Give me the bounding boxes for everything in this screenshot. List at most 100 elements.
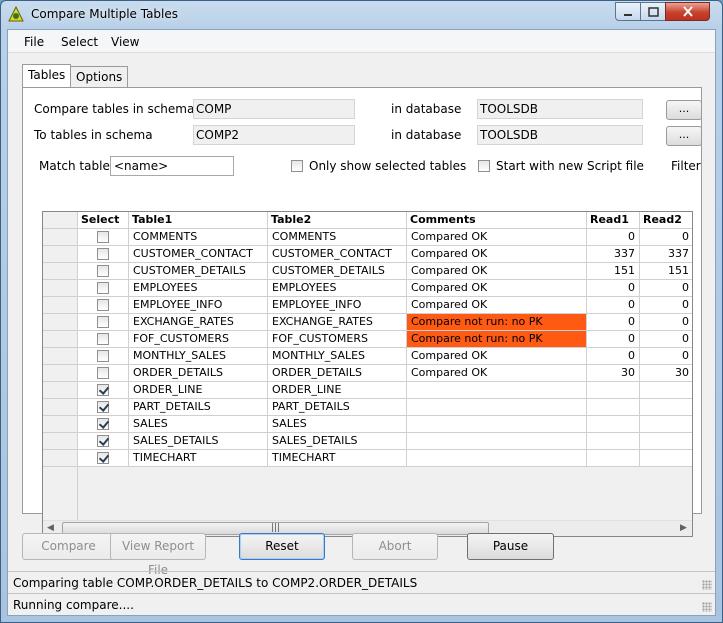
row-select-checkbox[interactable]	[97, 282, 109, 294]
row-select-checkbox[interactable]	[97, 316, 109, 328]
row-select-checkbox[interactable]	[97, 350, 109, 362]
row-read1: 0	[587, 314, 640, 331]
header-table1[interactable]: Table1	[129, 212, 268, 229]
row-select-checkbox[interactable]	[97, 418, 109, 430]
window-title: Compare Multiple Tables	[31, 7, 179, 21]
header-rowhead	[43, 212, 78, 229]
row-select-checkbox[interactable]	[97, 248, 109, 260]
to-database-field[interactable]: TOOLSDB	[477, 125, 643, 145]
scroll-left-icon[interactable]: ◀	[47, 523, 54, 533]
row-select-cell[interactable]	[78, 433, 129, 450]
row-select-cell[interactable]	[78, 399, 129, 416]
row-select-cell[interactable]	[78, 331, 129, 348]
row-header	[43, 246, 78, 263]
to-schema-field[interactable]: COMP2	[193, 125, 355, 145]
tables-grid[interactable]: Select Table1 Table2 Comments Read1 Read…	[42, 211, 693, 537]
row-read1: 0	[587, 229, 640, 246]
status-line-1: Comparing table COMP.ORDER_DETAILS to CO…	[8, 571, 715, 593]
row-read2: 0	[640, 348, 692, 365]
row-read1	[587, 416, 640, 433]
abort-button[interactable]: Abort	[352, 533, 438, 560]
row-select-checkbox[interactable]	[97, 299, 109, 311]
compare-database-field[interactable]: TOOLSDB	[477, 99, 643, 119]
resize-grip-icon[interactable]	[702, 602, 712, 612]
compare-schema-field[interactable]: COMP	[193, 99, 355, 119]
title-bar[interactable]: Compare Multiple Tables	[1, 1, 722, 29]
match-tables-input[interactable]: <name>	[110, 156, 234, 176]
row-read2: 30	[640, 365, 692, 382]
header-read2[interactable]: Read2	[640, 212, 692, 229]
row-table1: TIMECHART	[129, 450, 268, 467]
row-select-cell[interactable]	[78, 450, 129, 467]
row-read1: 30	[587, 365, 640, 382]
row-select-checkbox[interactable]	[97, 435, 109, 447]
reset-button[interactable]: Reset	[239, 533, 325, 560]
row-comment: Compared OK	[407, 365, 587, 382]
only-selected-checkbox[interactable]	[291, 160, 303, 172]
tab-tables[interactable]: Tables	[22, 64, 72, 87]
resize-grip-icon[interactable]	[702, 580, 712, 590]
row-header	[43, 365, 78, 382]
row-select-checkbox[interactable]	[97, 333, 109, 345]
row-table1: ORDER_DETAILS	[129, 365, 268, 382]
row-read2	[640, 382, 692, 399]
scroll-right-icon[interactable]: ▶	[680, 523, 687, 533]
row-comment: Compared OK	[407, 348, 587, 365]
start-script-checkbox[interactable]	[478, 160, 490, 172]
row-comment: Compared OK	[407, 246, 587, 263]
menu-file[interactable]: File	[24, 35, 44, 49]
row-select-cell[interactable]	[78, 365, 129, 382]
row-select-checkbox[interactable]	[97, 231, 109, 243]
row-select-checkbox[interactable]	[97, 401, 109, 413]
row-table2: TIMECHART	[268, 450, 407, 467]
row-read1: 337	[587, 246, 640, 263]
row-read2	[640, 416, 692, 433]
row-comment: Compared OK	[407, 297, 587, 314]
row-header	[43, 297, 78, 314]
filter-label: Filter	[671, 159, 701, 173]
row-select-cell[interactable]	[78, 263, 129, 280]
compare-button[interactable]: Compare	[22, 533, 115, 560]
header-read1[interactable]: Read1	[587, 212, 640, 229]
row-read1: 151	[587, 263, 640, 280]
row-table2: PART_DETAILS	[268, 399, 407, 416]
row-header	[43, 382, 78, 399]
row-select-cell[interactable]	[78, 382, 129, 399]
menu-bar: File Select View	[8, 30, 715, 53]
row-select-checkbox[interactable]	[97, 452, 109, 464]
row-select-cell[interactable]	[78, 229, 129, 246]
row-read1: 0	[587, 297, 640, 314]
menu-select[interactable]: Select	[61, 35, 98, 49]
header-table2[interactable]: Table2	[268, 212, 407, 229]
browse-to-button[interactable]: ...	[666, 126, 702, 146]
row-select-cell[interactable]	[78, 246, 129, 263]
row-table2: FOF_CUSTOMERS	[268, 331, 407, 348]
row-select-cell[interactable]	[78, 348, 129, 365]
start-script-option[interactable]: Start with new Script file	[478, 159, 644, 173]
view-report-button[interactable]: View Report File	[110, 533, 206, 577]
row-select-checkbox[interactable]	[97, 384, 109, 396]
maximize-button[interactable]	[640, 2, 666, 21]
close-button[interactable]	[665, 2, 710, 21]
row-select-cell[interactable]	[78, 314, 129, 331]
minimize-button[interactable]	[615, 2, 641, 21]
row-select-checkbox[interactable]	[97, 265, 109, 277]
pause-button[interactable]: Pause	[467, 533, 554, 560]
menu-view[interactable]: View	[111, 35, 139, 49]
row-read2: 0	[640, 280, 692, 297]
app-logo-icon	[8, 6, 24, 22]
row-select-cell[interactable]	[78, 297, 129, 314]
status-line-2: Running compare....	[8, 593, 715, 615]
header-comments[interactable]: Comments	[407, 212, 587, 229]
row-select-checkbox[interactable]	[97, 367, 109, 379]
header-select[interactable]: Select	[78, 212, 129, 229]
row-read1	[587, 382, 640, 399]
tab-options[interactable]: Options	[70, 66, 129, 87]
maximize-icon	[647, 6, 659, 17]
only-selected-option[interactable]: Only show selected tables	[291, 159, 466, 173]
browse-compare-button[interactable]: ...	[666, 100, 702, 120]
row-select-cell[interactable]	[78, 416, 129, 433]
row-table2: CUSTOMER_CONTACT	[268, 246, 407, 263]
row-table1: COMMENTS	[129, 229, 268, 246]
row-select-cell[interactable]	[78, 280, 129, 297]
